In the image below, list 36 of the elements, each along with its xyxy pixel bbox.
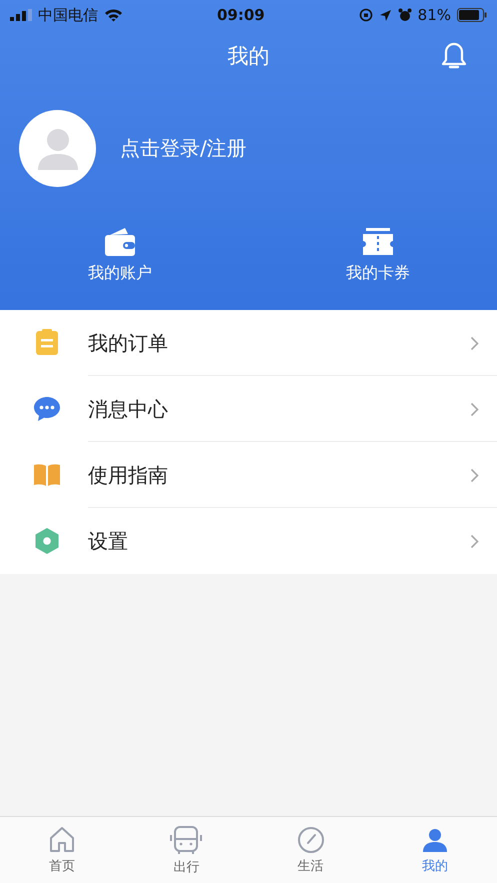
ticket-icon — [362, 227, 394, 257]
battery-percent: 81% — [418, 6, 451, 24]
book-icon — [33, 463, 61, 487]
location-arrow-icon — [378, 8, 392, 22]
tab-item[interactable]: 生活 — [248, 817, 373, 883]
shortcut-button[interactable]: 我的卡券 — [346, 227, 410, 284]
battery-icon — [457, 8, 487, 22]
menu-label: 我的订单 — [88, 330, 169, 356]
login-link[interactable]: 点击登录/注册 — [120, 135, 247, 162]
menu-label: 设置 — [88, 528, 129, 554]
chat-bubble-icon — [33, 396, 61, 422]
menu-label: 使用指南 — [88, 462, 169, 488]
shortcut-button[interactable]: 我的账户 — [88, 227, 152, 284]
tab-item[interactable]: 我的 — [372, 817, 497, 883]
rotation-lock-icon — [358, 8, 373, 22]
home-icon — [48, 826, 76, 854]
tab-item[interactable]: 首页 — [0, 817, 124, 883]
chevron-icon — [470, 402, 479, 416]
chevron-icon — [470, 534, 479, 548]
signal-icon — [10, 9, 32, 21]
page-title: 我的 — [228, 43, 270, 70]
alarm-icon — [398, 8, 412, 22]
bus-icon — [170, 824, 202, 854]
clipboard-icon — [34, 329, 60, 357]
bell-icon[interactable] — [441, 42, 467, 70]
wifi-icon — [104, 8, 123, 22]
compass-icon — [296, 826, 325, 854]
chevron-icon — [470, 336, 479, 350]
carrier-name: 中国电信 — [38, 6, 98, 24]
tab-item[interactable]: 出行 — [124, 817, 248, 883]
clock-time: 09:09 — [216, 6, 265, 24]
person-silhouette-icon — [38, 128, 78, 170]
wallet-icon — [104, 227, 136, 257]
chevron-icon — [470, 468, 479, 482]
settings-icon — [34, 527, 60, 555]
menu-label: 消息中心 — [88, 396, 169, 422]
